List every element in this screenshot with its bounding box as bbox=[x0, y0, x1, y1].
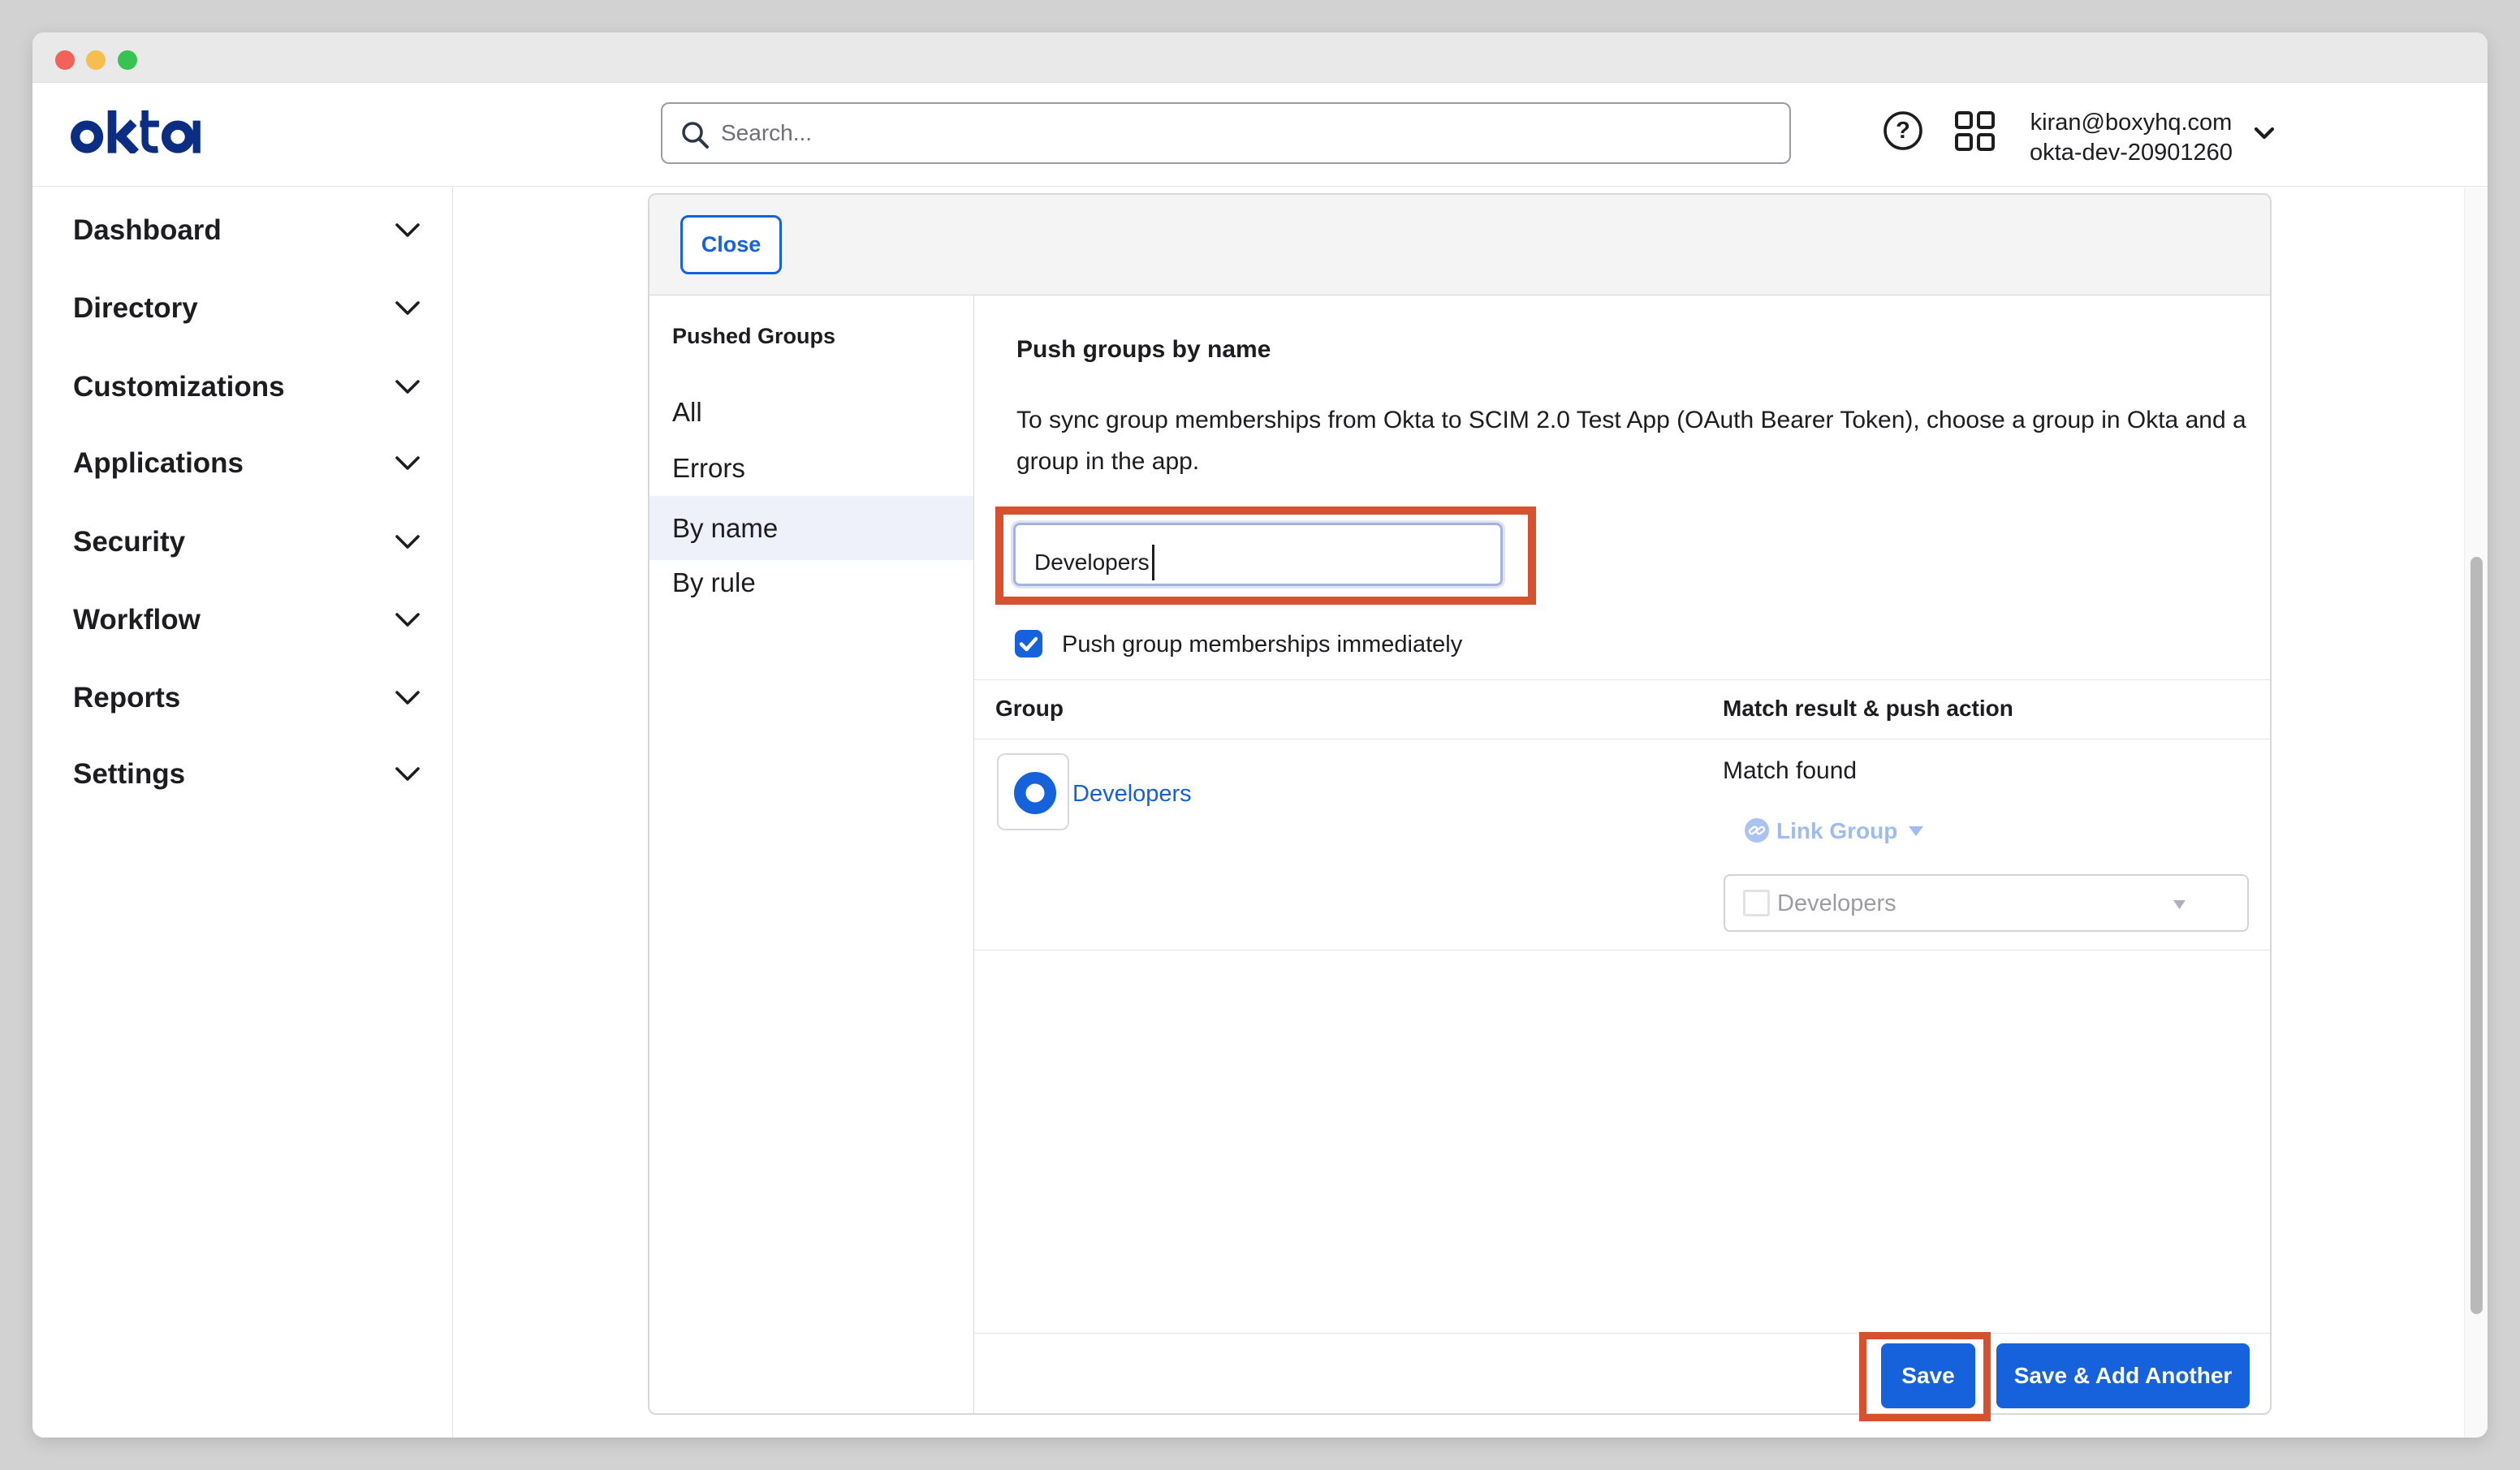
svg-text:?: ? bbox=[1896, 118, 1910, 144]
